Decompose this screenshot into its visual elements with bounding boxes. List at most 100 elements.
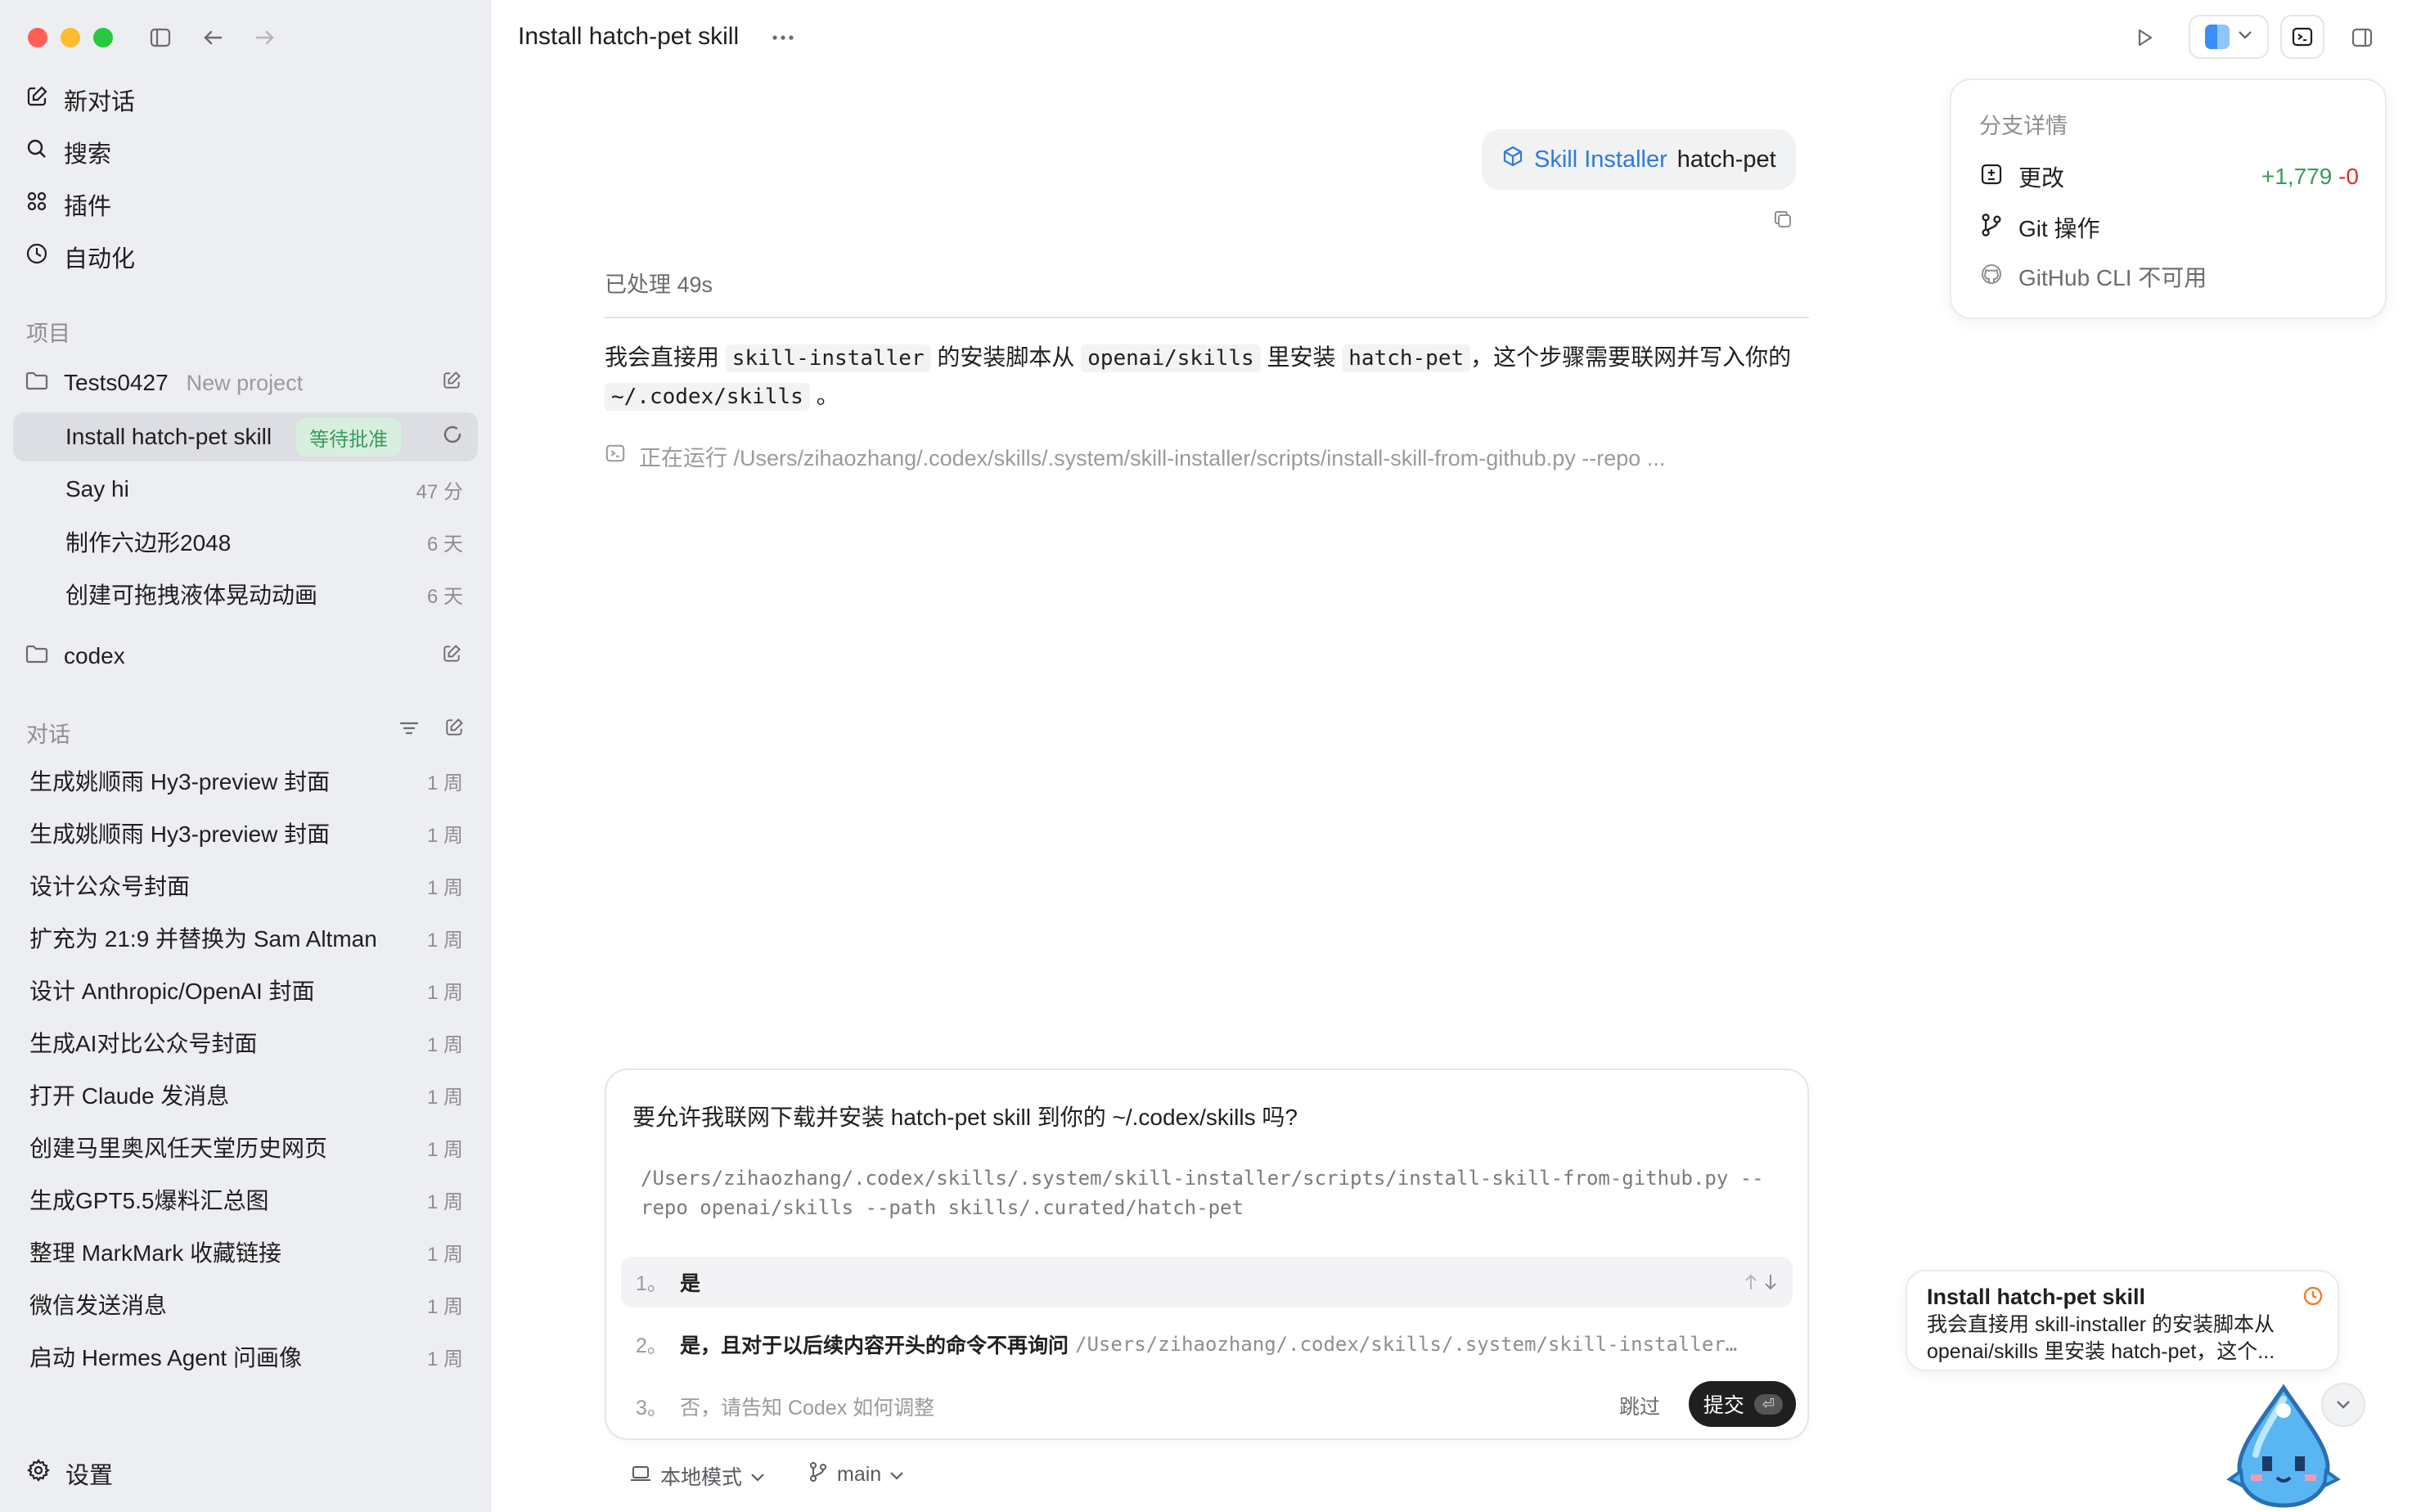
play-icon[interactable] <box>2126 21 2162 54</box>
thread-say-hi[interactable]: Say hi 47 分 <box>13 465 478 514</box>
notification-title: Install hatch-pet skill <box>1927 1285 2146 1309</box>
chat-title: 微信发送消息 <box>29 1293 168 1318</box>
thread-title: Install hatch-pet skill <box>518 23 740 50</box>
branch-dropdown[interactable]: main <box>808 1461 904 1488</box>
back-arrow-icon[interactable] <box>196 21 229 54</box>
close-window-button[interactable] <box>28 28 47 47</box>
thread-time: 6 天 <box>426 585 463 608</box>
chat-time: 1 周 <box>426 929 463 952</box>
chat-item[interactable]: 生成AI对比公众号封面 1 周 <box>13 1018 478 1067</box>
project-name: codex <box>64 643 125 668</box>
chat-item[interactable]: 扩充为 21:9 并替换为 Sam Altman 1 周 <box>13 913 478 962</box>
grid-icon <box>25 189 49 220</box>
status-badge: 等待批准 <box>296 417 402 457</box>
branch-label: main <box>837 1463 882 1486</box>
submit-button[interactable]: 提交 ⏎ <box>1688 1381 1796 1427</box>
nav-plugins[interactable]: 插件 <box>25 183 111 226</box>
chat-item[interactable]: 打开 Claude 发消息 1 周 <box>13 1070 478 1119</box>
nav-label: 插件 <box>64 194 112 220</box>
git-actions-label: Git 操作 <box>2018 216 2100 241</box>
new-thread-icon[interactable] <box>441 643 462 670</box>
chat-item[interactable]: 启动 Hermes Agent 问画像 1 周 <box>13 1332 478 1381</box>
sidebar: 新对话 搜索 插件 自动化 项目 Tests0427 New project I… <box>0 0 491 1512</box>
pending-clock-icon <box>2302 1285 2324 1312</box>
forward-arrow-icon[interactable] <box>249 21 281 54</box>
chat-item[interactable]: 设计 Anthropic/OpenAI 封面 1 周 <box>13 965 478 1015</box>
skill-arg: hatch-pet <box>1676 146 1776 173</box>
filter-icon[interactable] <box>398 717 421 744</box>
changes-label: 更改 <box>2018 165 2065 191</box>
lines-added: +1,779 <box>2261 164 2333 189</box>
diff-icon <box>1979 162 2004 192</box>
chevron-down-icon <box>2238 29 2252 44</box>
thread-install-hatch-pet[interactable]: Install hatch-pet skill 等待批准 <box>13 412 478 461</box>
chat-title: 打开 Claude 发消息 <box>29 1083 230 1109</box>
settings-button[interactable]: 设置 <box>26 1452 113 1495</box>
panel-toggle-icon[interactable] <box>2344 21 2380 54</box>
copy-icon[interactable] <box>1768 205 1798 234</box>
project-tests0427[interactable]: Tests0427 New project <box>25 362 466 404</box>
more-icon[interactable] <box>765 21 801 54</box>
local-mode-dropdown[interactable]: 本地模式 <box>629 1461 765 1491</box>
nav-search[interactable]: 搜索 <box>25 131 111 173</box>
nav-automation[interactable]: 自动化 <box>25 236 135 278</box>
chat-title: 启动 Hermes Agent 问画像 <box>29 1345 302 1370</box>
projects-section-label: 项目 <box>26 322 70 346</box>
chat-item[interactable]: 生成GPT5.5爆料汇总图 1 周 <box>13 1175 478 1224</box>
chat-item[interactable]: 整理 MarkMark 收藏链接 1 周 <box>13 1227 478 1276</box>
terminal-icon <box>605 443 626 470</box>
chat-item[interactable]: 设计公众号封面 1 周 <box>13 861 478 910</box>
option-yes[interactable]: 1。 是 <box>621 1257 1793 1307</box>
water-drop-mascot-icon[interactable] <box>2226 1383 2341 1512</box>
option-command-prefix: /Users/zihaozhang/.codex/skills/.system/… <box>1075 1333 1738 1356</box>
chat-title: 设计公众号封面 <box>29 874 191 899</box>
option-label: 是，且对于以后续内容开头的命令不再询问 <box>680 1334 1069 1357</box>
notification-body: 我会直接用 skill-installer 的安装脚本从 openai/skil… <box>1927 1313 2275 1363</box>
zoom-window-button[interactable] <box>93 28 113 47</box>
chat-time: 1 周 <box>426 1295 463 1318</box>
option-no[interactable]: 3。 否，请告知 Codex 如何调整 <box>621 1381 1562 1432</box>
nav-new-chat[interactable]: 新对话 <box>25 79 135 121</box>
changes-row[interactable]: 更改 +1,779 -0 <box>1979 159 2359 195</box>
reorder-arrows-icon[interactable] <box>1744 1273 1778 1291</box>
thread-time: 6 天 <box>426 533 463 556</box>
new-chat-icon[interactable] <box>443 717 465 742</box>
github-cli-label: GitHub CLI 不可用 <box>2018 265 2207 290</box>
chat-item[interactable]: 生成姚顺雨 Hy3-preview 封面 1 周 <box>13 756 478 805</box>
sidebar-toggle-icon[interactable] <box>144 21 177 54</box>
project-codex[interactable]: codex <box>25 635 466 677</box>
thread-liquid-animation[interactable]: 创建可拖拽液体晃动动画 6 天 <box>13 569 478 619</box>
option-number: 3。 <box>636 1397 668 1420</box>
approval-prompt: 要允许我联网下载并安装 hatch-pet skill 到你的 ~/.codex… <box>605 1069 1809 1440</box>
chat-time: 1 周 <box>426 772 463 794</box>
laptop-icon <box>629 1464 652 1489</box>
project-name: Tests0427 <box>64 370 169 395</box>
open-in-app-dropdown[interactable] <box>2189 15 2269 59</box>
option-yes-always[interactable]: 2。 是，且对于以后续内容开头的命令不再询问 /Users/zihaozhang… <box>621 1319 1793 1370</box>
thread-hex-2048[interactable]: 制作六边形2048 6 天 <box>13 517 478 566</box>
new-thread-icon[interactable] <box>441 370 462 397</box>
chat-title: 生成GPT5.5爆料汇总图 <box>29 1188 269 1213</box>
terminal-icon[interactable] <box>2280 15 2324 59</box>
skip-button[interactable]: 跳过 <box>1619 1391 1660 1420</box>
finder-icon <box>2205 25 2230 49</box>
chevron-down-icon <box>750 1465 765 1488</box>
chat-item[interactable]: 创建马里奥风任天堂历史网页 1 周 <box>13 1123 478 1172</box>
clock-icon <box>25 241 49 272</box>
diff-stats: +1,779 -0 <box>2261 164 2359 190</box>
chat-item[interactable]: 微信发送消息 1 周 <box>13 1280 478 1329</box>
chat-title: 生成AI对比公众号封面 <box>29 1031 258 1056</box>
git-actions-row[interactable]: Git 操作 <box>1979 209 2359 245</box>
running-command[interactable]: 正在运行 /Users/zihaozhang/.codex/skills/.sy… <box>605 440 1665 472</box>
minimize-window-button[interactable] <box>61 28 80 47</box>
processed-duration[interactable]: 已处理 49s <box>605 267 1809 318</box>
github-cli-row: GitHub CLI 不可用 <box>1979 259 2359 295</box>
notification-card[interactable]: Install hatch-pet skill 我会直接用 skill-inst… <box>1906 1270 2339 1371</box>
inline-code: skill-installer <box>725 344 931 372</box>
chat-time: 1 周 <box>426 981 463 1004</box>
enter-key-icon: ⏎ <box>1753 1393 1783 1415</box>
folder-icon <box>25 641 49 672</box>
chat-item[interactable]: 生成姚顺雨 Hy3-preview 封面 1 周 <box>13 808 478 857</box>
message-text: 我会直接用 <box>605 344 720 370</box>
message-text: ，这个步骤需要联网并写入你的 <box>1470 344 1792 370</box>
